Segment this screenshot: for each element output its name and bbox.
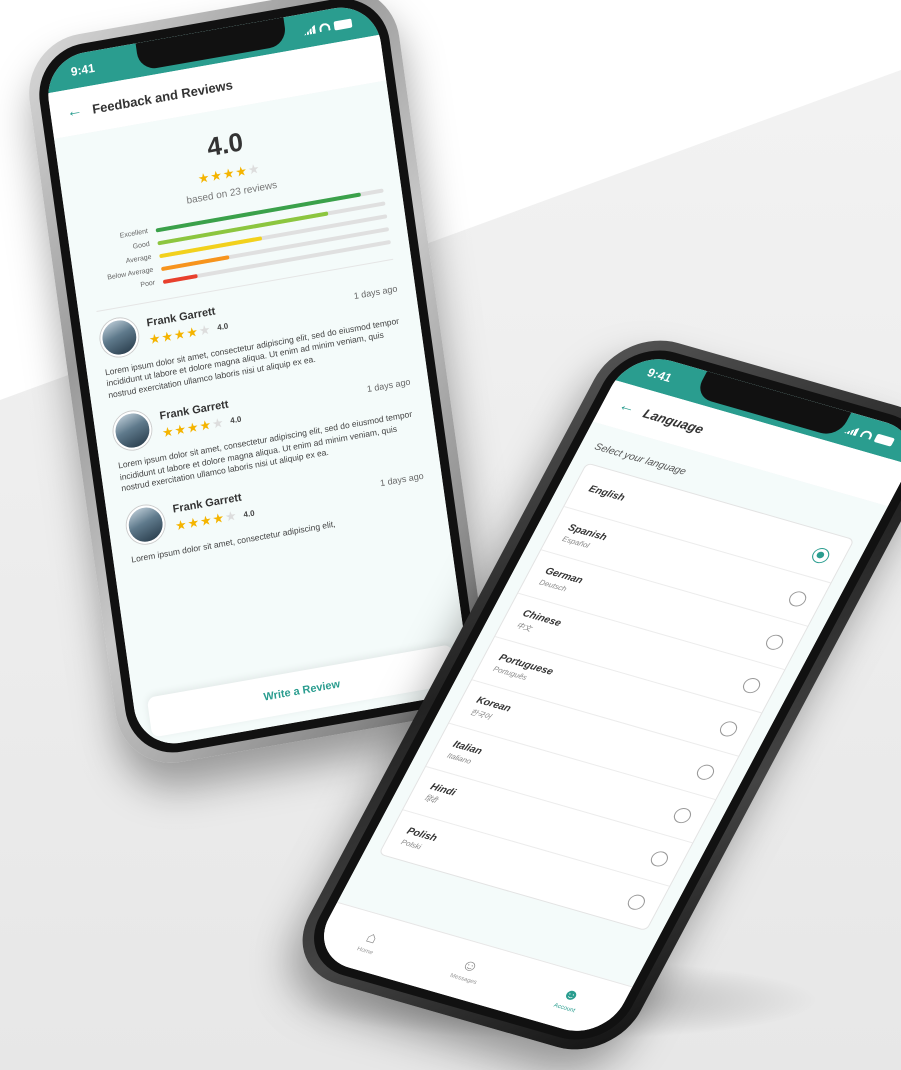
review-list: Frank Garrett ★★★★★ 4.0 1 days ago Lorem ips… (97, 270, 429, 566)
page-title: Language (640, 405, 707, 437)
status-icons (303, 18, 353, 35)
status-icons (844, 425, 896, 447)
radio-button[interactable] (786, 589, 810, 608)
radio-button[interactable] (624, 892, 648, 912)
signal-icon (844, 425, 860, 436)
language-text: Italian Italiano (446, 739, 484, 767)
review-time: 1 days ago (353, 283, 398, 302)
radio-button[interactable] (648, 849, 672, 868)
radio-button[interactable] (717, 719, 741, 738)
nav-item-messages[interactable]: ☺ Messages (449, 956, 487, 985)
radio-button[interactable] (809, 545, 833, 565)
avatar (97, 315, 141, 360)
rating-bar-row: Average (90, 212, 388, 271)
language-text: Polish Polski (399, 826, 438, 854)
nav-label: Home (355, 946, 374, 957)
nav-item-home[interactable]: ⌂ Home (356, 929, 383, 956)
wifi-icon (318, 22, 331, 33)
radio-button[interactable] (763, 632, 787, 652)
language-text: Portuguese Português (492, 652, 555, 687)
rating-bar-fill (162, 273, 198, 284)
signal-icon (303, 24, 316, 35)
account-icon: ☻ (558, 985, 584, 1006)
review-score: 4.0 (216, 321, 229, 333)
review-time: 1 days ago (379, 470, 425, 489)
star-icon: ★ (210, 414, 226, 432)
review-score: 4.0 (242, 508, 256, 520)
radio-button[interactable] (671, 805, 695, 825)
review-time: 1 days ago (366, 376, 412, 395)
arrow-left-icon[interactable]: ← (615, 397, 639, 418)
home-icon: ⌂ (362, 929, 381, 948)
battery-icon (333, 18, 353, 31)
status-time: 9:41 (69, 60, 96, 79)
reviews-content: 4.0 ★★★★★ based on 23 reviews Excellent G… (54, 80, 473, 750)
avatar (111, 408, 154, 454)
avatar (124, 502, 168, 547)
reviews-screen: 9:41 ← Feedback and Reviews 4.0 ★★★★★ ba… (42, 1, 473, 750)
star-icon: ★ (197, 320, 213, 338)
language-text: Chinese 中文 (514, 608, 563, 640)
language-text: German Deutsch (538, 565, 585, 595)
star-icon: ★ (224, 507, 239, 525)
language-text: Spanish Español (561, 522, 609, 553)
review-score: 4.0 (229, 414, 242, 426)
chat-icon: ☺ (458, 956, 482, 977)
language-name: English (586, 483, 627, 504)
arrow-left-icon[interactable]: ← (65, 102, 83, 123)
radio-button[interactable] (740, 675, 764, 695)
language-text: Hindi हिंदी (422, 782, 458, 810)
radio-button[interactable] (694, 762, 718, 782)
language-text: English (587, 484, 627, 504)
language-text: Korean 한국어 (468, 695, 513, 726)
wifi-icon (859, 429, 874, 440)
battery-icon (873, 433, 896, 447)
star-icon: ★ (246, 160, 262, 178)
nav-item-account[interactable]: ☻ Account (552, 985, 585, 1014)
status-time: 9:41 (644, 365, 675, 385)
